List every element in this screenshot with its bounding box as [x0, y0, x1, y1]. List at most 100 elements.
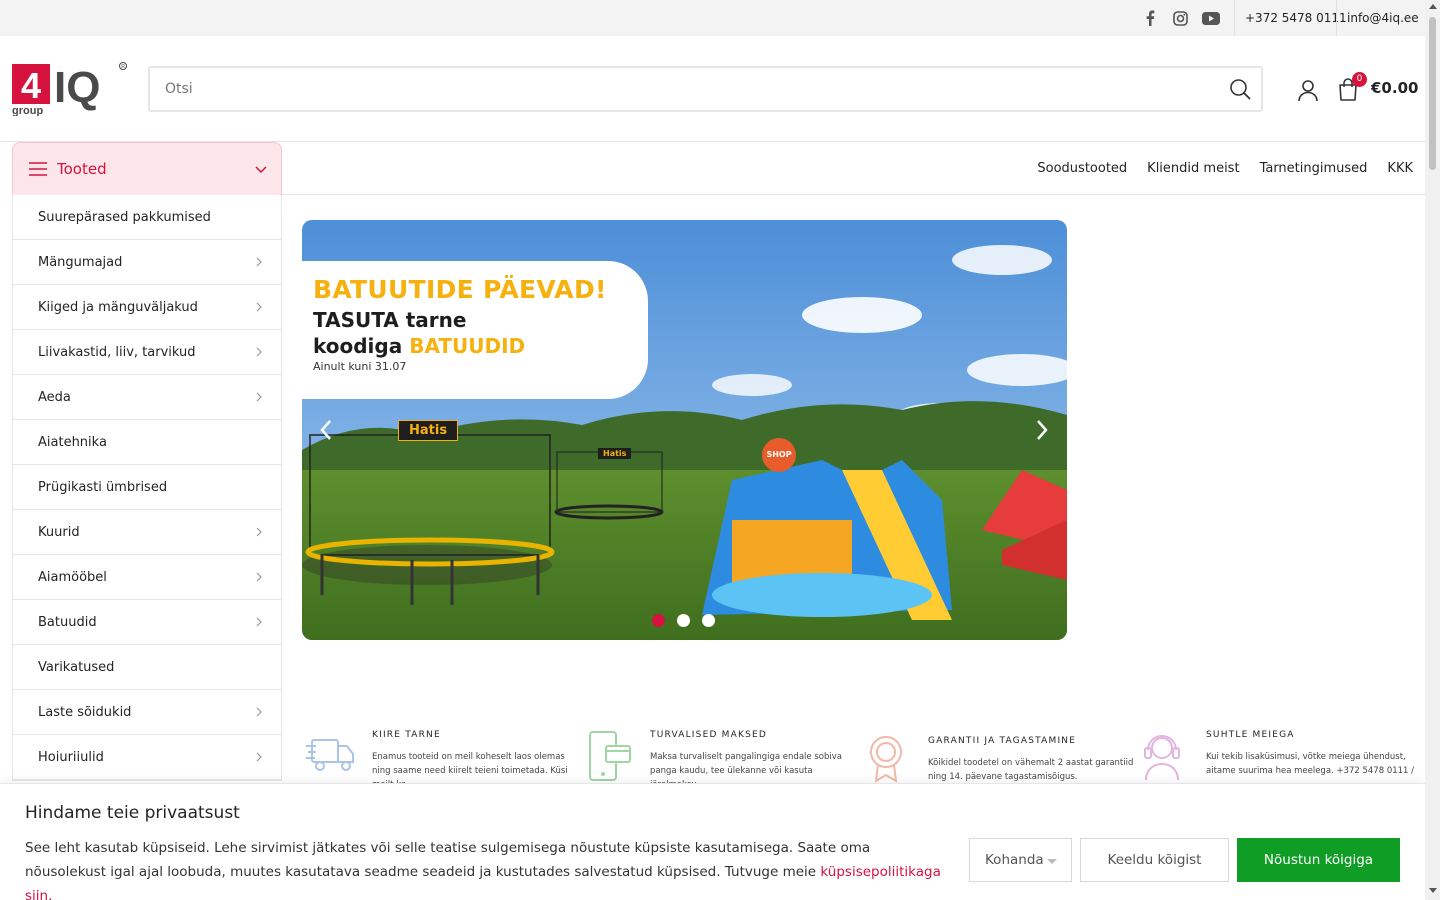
- category-item[interactable]: Kiiged ja mänguväljakud: [13, 285, 281, 330]
- slider-dot[interactable]: [652, 614, 665, 627]
- accept-all-button[interactable]: Nõustun kõigiga: [1237, 838, 1400, 882]
- caret-down-icon: [1047, 859, 1057, 864]
- nav-divider: [282, 194, 1425, 195]
- slider-dot[interactable]: [677, 614, 690, 627]
- svg-text:4: 4: [21, 65, 41, 106]
- category-label: Hoiuriiulid: [38, 749, 104, 765]
- page-scrollbar[interactable]: [1425, 0, 1440, 900]
- chevron-right-icon: [256, 302, 262, 312]
- category-item[interactable]: Varikatused: [13, 645, 281, 690]
- customize-label: Kohanda: [985, 852, 1044, 868]
- site-logo[interactable]: 4 IQ R group: [12, 60, 130, 117]
- facebook-icon[interactable]: [1140, 8, 1160, 28]
- category-label: Kuurid: [38, 524, 80, 540]
- reject-all-button[interactable]: Keeldu kõigist: [1080, 838, 1229, 882]
- search-input[interactable]: [150, 68, 1200, 110]
- scroll-up-icon[interactable]: [1429, 4, 1437, 9]
- cart-button[interactable]: 0: [1337, 72, 1367, 102]
- main-nav: Soodustooted Kliendid meist Tarnetingimu…: [1037, 142, 1413, 195]
- chevron-right-icon: [256, 257, 262, 267]
- chevron-right-icon: [256, 572, 262, 582]
- secure-payment-icon: [589, 731, 631, 781]
- category-label: Aeda: [38, 389, 71, 405]
- svg-text:group: group: [12, 105, 43, 116]
- cart-total[interactable]: €0.00: [1371, 79, 1418, 97]
- category-item[interactable]: Mängumajad: [13, 240, 281, 285]
- chevron-left-icon[interactable]: [318, 418, 334, 442]
- promo-code: BATUUDID: [409, 334, 526, 358]
- topbar-divider: [1336, 0, 1337, 36]
- nav-link-kliendid-meist[interactable]: Kliendid meist: [1147, 161, 1239, 176]
- instagram-icon[interactable]: [1170, 8, 1190, 28]
- category-item[interactable]: Batuudid: [13, 600, 281, 645]
- category-list: Suurepärased pakkumised Mängumajad Kiiged …: [12, 195, 282, 781]
- promo-code-line: koodiga BATUUDID: [313, 334, 648, 358]
- site-header: 4 IQ R group 0 €0.00: [0, 36, 1425, 142]
- hero-slider: Hatis Hatis SHOP BATUUTIDE PÄEVAD! TASUT…: [302, 220, 1067, 640]
- slider-dot[interactable]: [702, 614, 715, 627]
- chevron-right-icon: [256, 347, 262, 357]
- category-label: Laste sõidukid: [38, 704, 132, 720]
- account-icon[interactable]: [1296, 78, 1320, 102]
- promo-code-prefix: koodiga: [313, 334, 410, 358]
- category-label: Batuudid: [38, 614, 97, 630]
- category-item[interactable]: Prügikasti ümbrised: [13, 465, 281, 510]
- brand-label: Hatis: [398, 420, 459, 441]
- chevron-right-icon: [256, 527, 262, 537]
- svg-text:IQ: IQ: [54, 63, 100, 112]
- category-item[interactable]: Aiatehnika: [13, 420, 281, 465]
- feature-title: SUHTLE MEIEGA: [1206, 730, 1295, 740]
- menu-icon: [29, 162, 47, 176]
- phone-link[interactable]: +372 5478 0111: [1245, 0, 1347, 36]
- category-item[interactable]: Hoiuriiulid: [13, 735, 281, 780]
- categories-label: Tooted: [57, 160, 107, 178]
- category-item[interactable]: Aiamööbel: [13, 555, 281, 600]
- category-item[interactable]: Laste sõidukid: [13, 690, 281, 735]
- category-item[interactable]: Kuurid: [13, 510, 281, 555]
- promo-line: TASUTA tarne: [313, 308, 467, 332]
- nav-link-soodustooted[interactable]: Soodustooted: [1037, 161, 1127, 176]
- category-item[interactable]: Liivakastid, liiv, tarvikud: [13, 330, 281, 375]
- svg-text:R: R: [121, 64, 125, 70]
- category-label: Aiatehnika: [38, 434, 107, 450]
- slider-dots: [652, 614, 715, 627]
- category-label: Prügikasti ümbrised: [38, 479, 168, 495]
- search-icon[interactable]: [1229, 78, 1251, 100]
- cookie-body: See leht kasutab küpsiseid. Lehe sirvimi…: [25, 840, 871, 880]
- nav-link-kkk[interactable]: KKK: [1387, 161, 1413, 176]
- youtube-icon[interactable]: [1200, 8, 1222, 28]
- chevron-right-icon: [256, 707, 262, 717]
- brand-label: Hatis: [598, 448, 632, 459]
- chevron-right-icon: [256, 392, 262, 402]
- feature-text: Kui tekib lisaküsimusi, võtke meiega ühe…: [1206, 752, 1415, 776]
- chevron-right-icon[interactable]: [1034, 418, 1050, 442]
- promo-headline: BATUUTIDE PÄEVAD!: [313, 275, 607, 304]
- feature-title: KIIRE TARNE: [372, 730, 441, 740]
- nav-link-tarnetingimused[interactable]: Tarnetingimused: [1260, 161, 1368, 176]
- feature-text: Kõikidel toodetel on vähemalt 2 aastat g…: [928, 758, 1134, 782]
- search-box: [148, 66, 1263, 112]
- feature-title: GARANTII JA TAGASTAMINE: [928, 736, 1077, 746]
- category-label: Liivakastid, liiv, tarvikud: [38, 344, 196, 360]
- top-bar: +372 5478 0111 info@4iq.ee: [0, 0, 1425, 36]
- category-item[interactable]: Aeda: [13, 375, 281, 420]
- support-headset-icon: [1144, 735, 1180, 781]
- chevron-down-icon: [255, 166, 267, 174]
- category-label: Varikatused: [38, 659, 115, 675]
- cart-count-badge: 0: [1352, 72, 1367, 87]
- scroll-down-icon[interactable]: [1429, 888, 1437, 893]
- category-label: Aiamööbel: [38, 569, 107, 585]
- scrollbar-thumb[interactable]: [1429, 17, 1436, 170]
- promo-note: Ainult kuni 31.07: [313, 360, 407, 373]
- cookie-title: Hindame teie privaatsust: [25, 803, 240, 823]
- promo-banner: BATUUTIDE PÄEVAD! TASUTA tarne koodiga B…: [302, 261, 648, 399]
- categories-toggle[interactable]: Tooted: [12, 142, 282, 195]
- email-link[interactable]: info@4iq.ee: [1347, 0, 1419, 36]
- category-item[interactable]: Suurepärased pakkumised: [13, 195, 281, 240]
- shop-sign: SHOP: [762, 438, 796, 472]
- category-label: Mängumajad: [38, 254, 123, 270]
- chevron-right-icon: [256, 752, 262, 762]
- customize-button[interactable]: Kohanda: [969, 838, 1072, 882]
- cookie-text: See leht kasutab küpsiseid. Lehe sirvimi…: [25, 836, 945, 900]
- chevron-right-icon: [256, 617, 262, 627]
